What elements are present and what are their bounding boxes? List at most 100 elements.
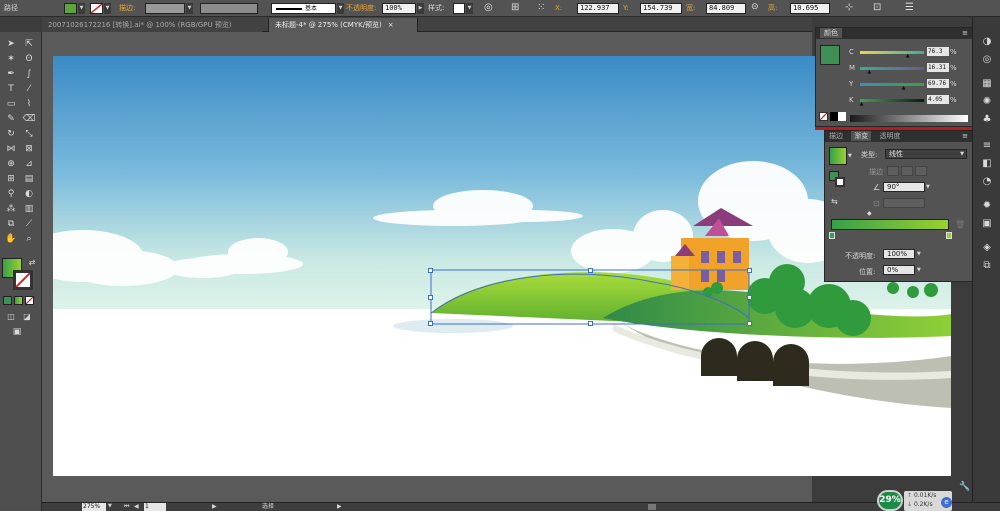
constrain-proportions-icon[interactable]: ⊝ xyxy=(751,2,759,12)
draw-normal-icon[interactable]: ◫ xyxy=(4,310,18,323)
pencil-tool-icon[interactable]: ✎ xyxy=(4,113,18,126)
paintbrush-tool-icon[interactable]: ⌇ xyxy=(22,98,36,111)
next-page-icon[interactable]: ▶ xyxy=(212,503,217,510)
handle-bottom-left[interactable] xyxy=(428,321,433,326)
white-swatch[interactable] xyxy=(838,112,846,121)
none-mode-icon[interactable] xyxy=(25,296,34,305)
shape-builder-icon[interactable]: ⊕ xyxy=(4,158,18,171)
brush-definition-field[interactable]: 基本 xyxy=(271,3,336,14)
tab-transparency[interactable]: 透明度 xyxy=(879,132,900,140)
fill-dropdown-icon[interactable]: ▼ xyxy=(78,3,85,14)
direct-selection-tool-icon[interactable]: ⇱ xyxy=(22,38,36,51)
hand-tool-icon[interactable]: ✋ xyxy=(4,233,18,246)
panel-menu-icon[interactable]: ☰ xyxy=(905,2,914,13)
swap-colors-icon[interactable]: ⇄ xyxy=(25,256,39,269)
swatches-icon[interactable]: ▦ xyxy=(978,77,996,91)
close-icon[interactable]: × xyxy=(388,21,394,29)
blend-tool-icon[interactable]: ◐ xyxy=(22,188,36,201)
handle-top-right[interactable] xyxy=(747,268,752,273)
stroke-none-swatch[interactable] xyxy=(90,3,103,14)
horizontal-scrollbar-thumb[interactable] xyxy=(648,504,656,510)
brush-dropdown-icon[interactable]: ▼ xyxy=(337,3,344,14)
graph-tool-icon[interactable]: ▥ xyxy=(22,203,36,216)
symbols-icon[interactable]: ♣ xyxy=(978,113,996,127)
gradient-dropdown-icon[interactable]: ▼ xyxy=(848,153,852,159)
opacity-dropdown-icon[interactable]: ▶ xyxy=(417,3,424,14)
stroke-indicator[interactable] xyxy=(835,177,845,187)
gradient-tool-icon[interactable]: ▤ xyxy=(22,173,36,186)
panel-menu-icon[interactable]: ≡ xyxy=(962,28,968,39)
zoom-tool-icon[interactable]: ⌕ xyxy=(22,233,36,246)
cyan-slider[interactable]: ▲ xyxy=(860,51,924,59)
x-field[interactable]: 122.937 xyxy=(577,3,619,14)
free-transform-icon[interactable]: ⊠ xyxy=(22,143,36,156)
transform-icon[interactable]: ⊹ xyxy=(845,2,853,13)
slider-thumb-icon[interactable]: ▲ xyxy=(906,53,910,59)
tab-color[interactable]: 颜色 xyxy=(820,28,842,38)
color-panel-swatch[interactable] xyxy=(820,45,840,65)
tab-stroke[interactable]: 描边 xyxy=(829,132,843,140)
color-mode-icon[interactable] xyxy=(3,296,12,305)
type-tool-icon[interactable]: T xyxy=(4,83,18,96)
black-slider[interactable]: ▲ xyxy=(860,99,924,107)
stroke-dropdown-icon[interactable]: ▼ xyxy=(104,3,111,14)
magic-wand-icon[interactable]: ✶ xyxy=(4,53,18,66)
none-color-icon[interactable] xyxy=(819,112,828,121)
graphic-style-swatch[interactable] xyxy=(453,3,465,14)
width-tool-icon[interactable]: ⋈ xyxy=(4,143,18,156)
gradient-panel-icon[interactable]: ◧ xyxy=(978,157,996,171)
align-icon[interactable]: ⊞ xyxy=(511,2,519,13)
panel-menu-icon[interactable]: ≡ xyxy=(962,131,968,142)
tab-document-2[interactable]: 未标题-4* @ 275% (CMYK/预览) × xyxy=(268,18,418,32)
brushes-icon[interactable]: ✺ xyxy=(978,95,996,109)
width-field[interactable]: 84.809 xyxy=(706,3,746,14)
fill-color-swatch[interactable] xyxy=(64,3,77,14)
yellow-slider[interactable]: ▲ xyxy=(860,83,924,91)
artboard-tool-icon[interactable]: ⧉ xyxy=(4,218,18,231)
selection-tool-icon[interactable]: ➤ xyxy=(4,38,18,51)
gradient-stop-end[interactable] xyxy=(946,232,952,239)
slice-tool-icon[interactable]: ⟋ xyxy=(22,218,36,231)
graphic-styles-icon[interactable]: ▣ xyxy=(978,217,996,231)
color-spectrum-bar[interactable] xyxy=(850,115,968,122)
chevron-down-icon[interactable]: ▼ xyxy=(917,251,921,257)
symbol-sprayer-icon[interactable]: ⁂ xyxy=(4,203,18,216)
page-field[interactable]: 1 xyxy=(144,503,166,511)
line-tool-icon[interactable]: ⁄ xyxy=(22,83,36,96)
status-menu-icon[interactable]: ▶ xyxy=(337,503,342,510)
handle-top-left[interactable] xyxy=(428,268,433,273)
color-guide-icon[interactable]: ◑ xyxy=(978,35,996,49)
handle-middle-right[interactable] xyxy=(747,295,752,300)
gradient-type-select[interactable]: 线性 ▼ xyxy=(885,149,967,159)
chevron-down-icon[interactable]: ▼ xyxy=(926,184,930,190)
handle-bottom-middle[interactable] xyxy=(588,321,593,326)
height-field[interactable]: 10.695 xyxy=(790,3,830,14)
draw-behind-icon[interactable]: ◪ xyxy=(20,310,34,323)
eraser-tool-icon[interactable]: ⌫ xyxy=(22,113,36,126)
slider-thumb-icon[interactable]: ▲ xyxy=(867,69,871,75)
magenta-slider[interactable]: ▲ xyxy=(860,67,924,75)
transparency-icon[interactable]: ◔ xyxy=(978,175,996,189)
gradient-slider-bar[interactable] xyxy=(831,219,949,230)
gradient-stop-start[interactable] xyxy=(829,232,835,239)
y-field[interactable]: 154.739 xyxy=(640,3,682,14)
gradient-mode-icon[interactable] xyxy=(14,296,23,305)
black-value[interactable]: 4.05 xyxy=(927,95,949,104)
browser-icon[interactable]: e xyxy=(941,497,952,508)
handle-middle-left[interactable] xyxy=(428,295,433,300)
yellow-value[interactable]: 69.76 xyxy=(927,79,949,88)
stroke-panel-icon[interactable]: ≡ xyxy=(978,139,996,153)
artboards-icon[interactable]: ⧉ xyxy=(978,259,996,273)
reverse-gradient-icon[interactable]: ⇆ xyxy=(831,197,838,206)
perspective-grid-icon[interactable]: ⊿ xyxy=(22,158,36,171)
variable-width-field[interactable] xyxy=(200,3,258,14)
handle-top-middle[interactable] xyxy=(588,268,593,273)
stroke-weight-field[interactable] xyxy=(145,3,185,14)
recolor-icon[interactable]: ◎ xyxy=(978,53,996,67)
wrench-icon[interactable]: 🔧 xyxy=(959,482,973,494)
reference-point-icon[interactable]: ⁙ xyxy=(537,2,545,13)
delete-stop-icon[interactable]: 🗑 xyxy=(955,220,965,229)
rectangle-tool-icon[interactable]: ▭ xyxy=(4,98,18,111)
stop-opacity-field[interactable]: 100% xyxy=(883,249,915,259)
network-percent-badge[interactable]: 29% xyxy=(877,490,903,511)
